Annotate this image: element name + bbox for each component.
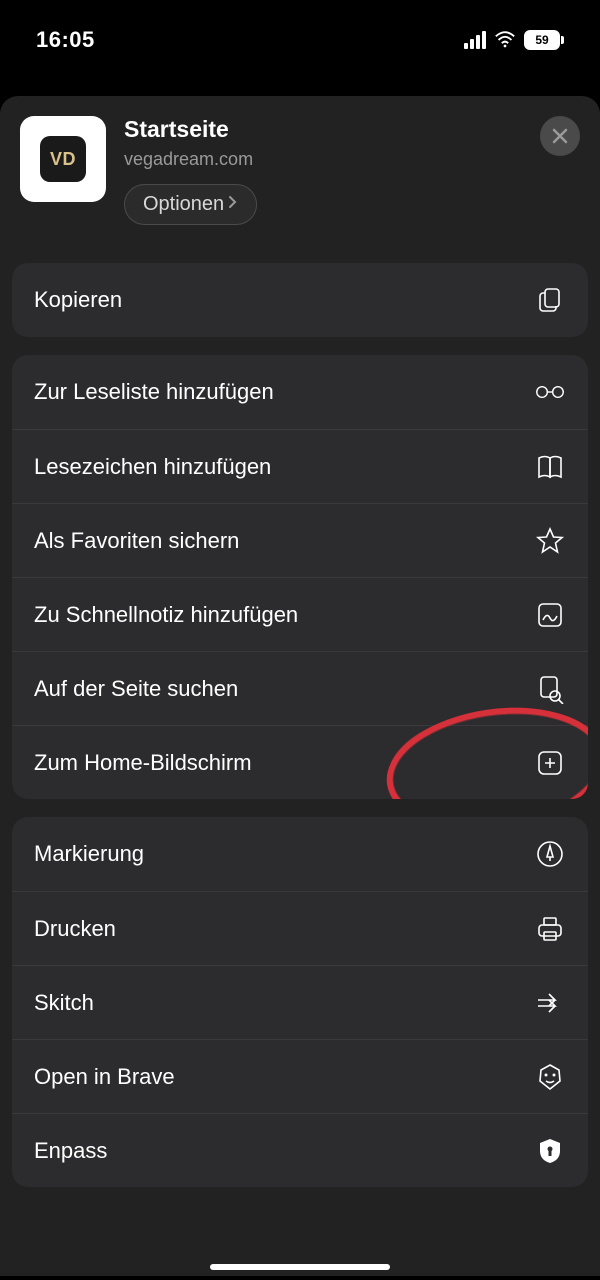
page-url: vegadream.com [124, 149, 522, 170]
row-label: Auf der Seite suchen [34, 676, 238, 702]
options-label: Optionen [143, 193, 224, 216]
wifi-icon [494, 29, 516, 51]
markup-row[interactable]: Markierung [12, 817, 588, 891]
printer-icon [534, 913, 566, 945]
close-button[interactable] [540, 116, 580, 156]
status-bar: 16:05 59 [0, 0, 600, 72]
markup-icon [534, 838, 566, 870]
row-label: Markierung [34, 841, 144, 867]
print-row[interactable]: Drucken [12, 891, 588, 965]
action-group: Markierung Drucken Skitch Open in Brave … [12, 817, 588, 1187]
status-time: 16:05 [36, 27, 95, 53]
bookmark-row[interactable]: Lesezeichen hinzufügen [12, 429, 588, 503]
row-label: Skitch [34, 990, 94, 1016]
add-to-home-row[interactable]: Zum Home-Bildschirm [12, 725, 588, 799]
page-title: Startseite [124, 116, 522, 143]
row-label: Zum Home-Bildschirm [34, 750, 252, 776]
row-label: Kopieren [34, 287, 122, 313]
options-button[interactable]: Optionen [124, 184, 257, 225]
status-indicators: 59 [464, 29, 564, 51]
action-group: Zur Leseliste hinzufügen Lesezeichen hin… [12, 355, 588, 799]
close-icon [551, 127, 569, 145]
open-in-brave-row[interactable]: Open in Brave [12, 1039, 588, 1113]
enpass-icon [534, 1135, 566, 1167]
skitch-icon [534, 987, 566, 1019]
doc-search-icon [534, 673, 566, 705]
battery-level: 59 [535, 33, 548, 47]
row-label: Drucken [34, 916, 116, 942]
copy-row[interactable]: Kopieren [12, 263, 588, 337]
site-meta: Startseite vegadream.com Optionen [124, 116, 522, 225]
row-label: Zur Leseliste hinzufügen [34, 379, 274, 405]
cellular-signal-icon [464, 31, 486, 49]
share-sheet: VD Startseite vegadream.com Optionen Kop… [0, 96, 600, 1276]
glasses-icon [534, 376, 566, 408]
sheet-header: VD Startseite vegadream.com Optionen [12, 96, 588, 245]
row-label: Open in Brave [34, 1064, 175, 1090]
reading-list-row[interactable]: Zur Leseliste hinzufügen [12, 355, 588, 429]
row-label: Lesezeichen hinzufügen [34, 454, 271, 480]
book-icon [534, 451, 566, 483]
copy-icon [534, 284, 566, 316]
row-label: Als Favoriten sichern [34, 528, 239, 554]
quicknote-icon [534, 599, 566, 631]
chevron-right-icon [228, 195, 238, 214]
enpass-row[interactable]: Enpass [12, 1113, 588, 1187]
favorite-row[interactable]: Als Favoriten sichern [12, 503, 588, 577]
home-indicator[interactable] [210, 1264, 390, 1270]
action-group: Kopieren [12, 263, 588, 337]
row-label: Enpass [34, 1138, 107, 1164]
find-on-page-row[interactable]: Auf der Seite suchen [12, 651, 588, 725]
brave-icon [534, 1061, 566, 1093]
site-favicon: VD [20, 116, 106, 202]
plus-square-icon [534, 747, 566, 779]
battery-indicator: 59 [524, 30, 564, 50]
quicknote-row[interactable]: Zu Schnellnotiz hinzufügen [12, 577, 588, 651]
skitch-row[interactable]: Skitch [12, 965, 588, 1039]
row-label: Zu Schnellnotiz hinzufügen [34, 602, 298, 628]
star-icon [534, 525, 566, 557]
